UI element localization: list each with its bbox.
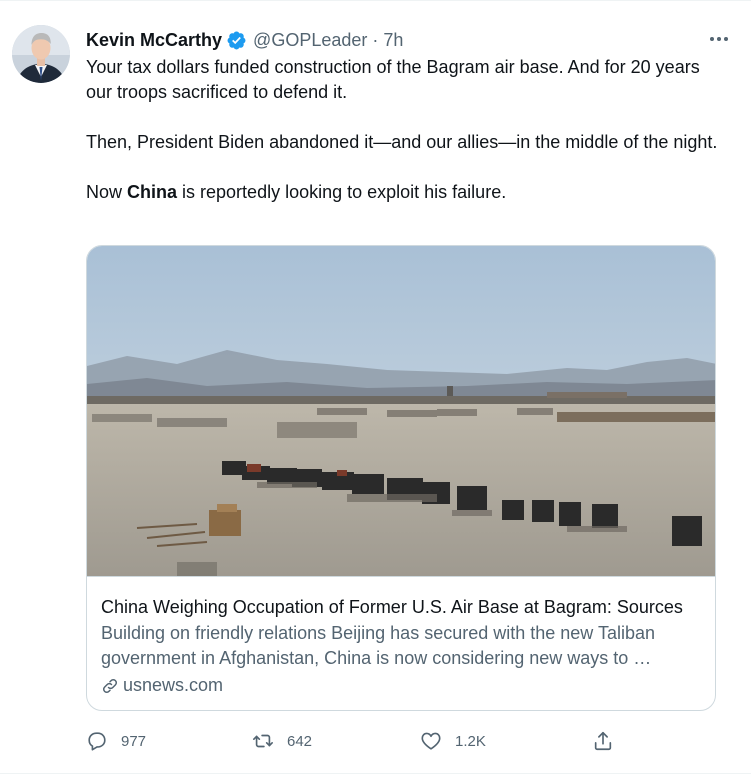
card-domain: usnews.com <box>101 675 703 696</box>
avatar[interactable] <box>12 25 70 83</box>
reply-button[interactable]: 977 <box>86 730 146 752</box>
display-name[interactable]: Kevin McCarthy <box>86 30 222 51</box>
retweet-button[interactable]: 642 <box>252 730 312 752</box>
tweet[interactable]: Kevin McCarthy @GOPLeader · 7h Your tax … <box>0 0 751 774</box>
heart-icon <box>420 730 442 752</box>
tweet-paragraph-3: Now China is reportedly looking to explo… <box>86 180 726 205</box>
separator-dot: · <box>372 29 379 50</box>
reply-icon <box>86 730 108 752</box>
retweet-count: 642 <box>287 732 313 750</box>
verified-badge-icon <box>226 30 247 51</box>
tweet-header: Kevin McCarthy @GOPLeader · 7h <box>86 27 731 53</box>
timestamp[interactable]: 7h <box>383 30 403 51</box>
card-image <box>87 246 715 576</box>
card-domain-text: usnews.com <box>123 675 224 695</box>
card-title: China Weighing Occupation of Former U.S.… <box>101 597 683 617</box>
handle[interactable]: @GOPLeader <box>253 30 367 51</box>
tweet-text: Your tax dollars funded construction of … <box>86 55 726 205</box>
share-icon <box>592 730 614 752</box>
action-bar: 977 642 1.2K <box>86 727 646 755</box>
share-button[interactable] <box>592 730 627 752</box>
link-icon <box>101 677 119 695</box>
reply-count: 977 <box>121 732 147 750</box>
more-icon[interactable] <box>705 27 733 51</box>
hashtag-china[interactable]: China <box>127 182 177 202</box>
tweet-text-segment: Now <box>86 182 128 202</box>
like-count: 1.2K <box>455 732 486 750</box>
avatar-image <box>12 25 70 83</box>
like-button[interactable]: 1.2K <box>420 730 486 752</box>
tweet-paragraph-2: Then, President Biden abandoned it—and o… <box>86 132 718 152</box>
tweet-paragraph-1: Your tax dollars funded construction of … <box>86 57 700 102</box>
link-card[interactable]: China Weighing Occupation of Former U.S.… <box>86 245 716 711</box>
card-description: Building on friendly relations Beijing h… <box>101 623 656 668</box>
tweet-text-segment: is reportedly looking to exploit his fai… <box>177 182 507 202</box>
card-text: China Weighing Occupation of Former U.S.… <box>87 576 715 710</box>
retweet-icon <box>252 730 274 752</box>
